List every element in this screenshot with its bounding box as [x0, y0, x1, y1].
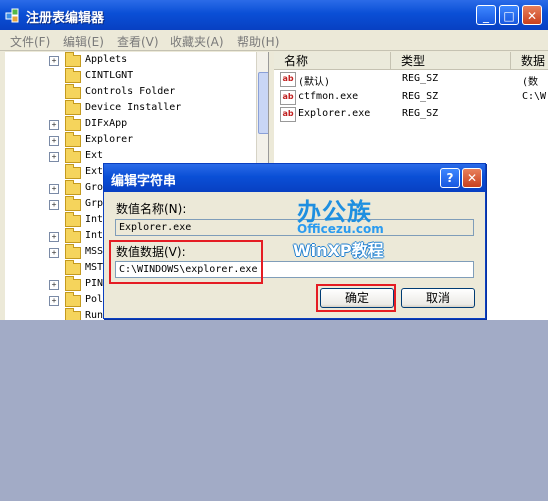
window-title: 注册表编辑器 [26, 11, 105, 26]
tree-item-label: CINTLGNT [85, 70, 134, 81]
tree-item-label: Explorer [85, 134, 134, 145]
expand-icon[interactable]: + [49, 280, 59, 290]
expand-icon[interactable]: + [49, 296, 59, 306]
maximize-button[interactable]: □ [499, 5, 519, 25]
column-header-type[interactable]: 类型 [391, 52, 511, 70]
expand-icon[interactable]: + [49, 200, 59, 210]
string-value-icon: ab [280, 72, 296, 87]
folder-icon [65, 164, 81, 179]
folder-icon [65, 308, 81, 320]
menu-file[interactable]: 文件(F) [10, 33, 50, 50]
value-name: ctfmon.exe [298, 91, 359, 102]
tree-item[interactable]: + Applets [5, 52, 255, 69]
cancel-button[interactable]: 取消 [401, 288, 475, 308]
watermark-tagline: WinXP教程 [293, 241, 384, 260]
tree-item[interactable]: Device Installer [5, 100, 255, 117]
close-button[interactable]: ✕ [522, 5, 542, 25]
menu-bar: 文件(F) 编辑(E) 查看(V) 收藏夹(A) 帮助(H) [0, 30, 548, 51]
tree-item-label: Grp [85, 198, 104, 209]
folder-icon [65, 116, 81, 131]
tree-item-label: Run [85, 310, 104, 320]
tree-item-label: Applets [85, 54, 128, 65]
menu-edit[interactable]: 编辑(E) [63, 33, 104, 50]
menu-view[interactable]: 查看(V) [117, 33, 159, 50]
folder-icon [65, 100, 81, 115]
value-data: C:\W [522, 91, 547, 102]
tree-item[interactable]: Controls Folder [5, 84, 255, 101]
folder-icon [65, 276, 81, 291]
tree-item-label: Device Installer [85, 102, 182, 113]
folder-icon [65, 244, 81, 259]
tree-item-label: Int [85, 214, 104, 225]
value-type: REG_SZ [402, 91, 439, 102]
tree-item-label: PIN [85, 278, 104, 289]
tree-item-label: MST [85, 262, 104, 273]
edit-string-dialog: 编辑字符串 ? ✕ 数值名称(N): Explorer.exe 办公族 Offi… [103, 163, 486, 319]
value-data: (数 [522, 77, 539, 88]
tree-item[interactable]: CINTLGNT [5, 68, 255, 85]
value-type: REG_SZ [402, 108, 439, 119]
folder-icon [65, 148, 81, 163]
dialog-title: 编辑字符串 [111, 174, 177, 189]
menu-favorites[interactable]: 收藏夹(A) [170, 33, 224, 50]
tree-item-label: DIFxApp [85, 118, 128, 129]
highlight-box-ok [316, 284, 396, 312]
expand-icon[interactable]: + [49, 56, 59, 66]
folder-icon [65, 68, 81, 83]
tree-item[interactable]: + Explorer [5, 132, 255, 149]
folder-icon [65, 228, 81, 243]
value-name: Explorer.exe [298, 108, 371, 119]
tree-item[interactable]: + DIFxApp [5, 116, 255, 133]
expand-icon[interactable]: + [49, 232, 59, 242]
tree-item-label: Controls Folder [85, 86, 176, 97]
list-item[interactable]: ab ctfmon.exe REG_SZ C:\W [274, 89, 548, 106]
string-value-icon: ab [280, 90, 296, 105]
value-type: REG_SZ [402, 73, 439, 84]
help-button[interactable]: ? [440, 168, 460, 188]
value-name-label: 数值名称(N): [116, 202, 187, 216]
highlight-box-data [109, 240, 263, 284]
folder-icon [65, 52, 81, 67]
tree-item-label: Ext [85, 166, 104, 177]
value-name: (默认) [298, 77, 331, 88]
column-header-name[interactable]: 名称 [274, 52, 391, 70]
folder-icon [65, 132, 81, 147]
expand-icon[interactable]: + [49, 120, 59, 130]
tree-item-label: Ext [85, 150, 104, 161]
string-value-icon: ab [280, 107, 296, 122]
folder-icon [65, 196, 81, 211]
tree-item-label: Int [85, 230, 104, 241]
folder-icon [65, 212, 81, 227]
expand-icon[interactable]: + [49, 248, 59, 258]
watermark-url: Officezu.com [297, 222, 384, 236]
folder-icon [65, 180, 81, 195]
dialog-titlebar[interactable]: 编辑字符串 ? ✕ [104, 164, 485, 192]
tree-item-label: Gro [85, 182, 104, 193]
minimize-button[interactable]: _ [476, 5, 496, 25]
folder-icon [65, 84, 81, 99]
watermark-logo: 办公族 Officezu.com WinXP教程 [293, 192, 393, 260]
expand-icon[interactable]: + [49, 136, 59, 146]
list-item[interactable]: ab (默认) REG_SZ (数 [274, 71, 548, 88]
tree-item-label: Pol [85, 294, 104, 305]
tree-item-label: MSS [85, 246, 104, 257]
column-header-data[interactable]: 数据 [511, 52, 548, 70]
folder-icon [65, 292, 81, 307]
registry-app-icon [5, 8, 19, 23]
scrollbar-thumb[interactable] [258, 72, 268, 134]
folder-icon [65, 260, 81, 275]
list-item[interactable]: ab Explorer.exe REG_SZ [274, 106, 548, 123]
dialog-close-button[interactable]: ✕ [462, 168, 482, 188]
expand-icon[interactable]: + [49, 184, 59, 194]
window-titlebar[interactable]: 注册表编辑器 _ □ ✕ [0, 0, 548, 30]
menu-help[interactable]: 帮助(H) [237, 33, 279, 50]
expand-icon[interactable]: + [49, 152, 59, 162]
